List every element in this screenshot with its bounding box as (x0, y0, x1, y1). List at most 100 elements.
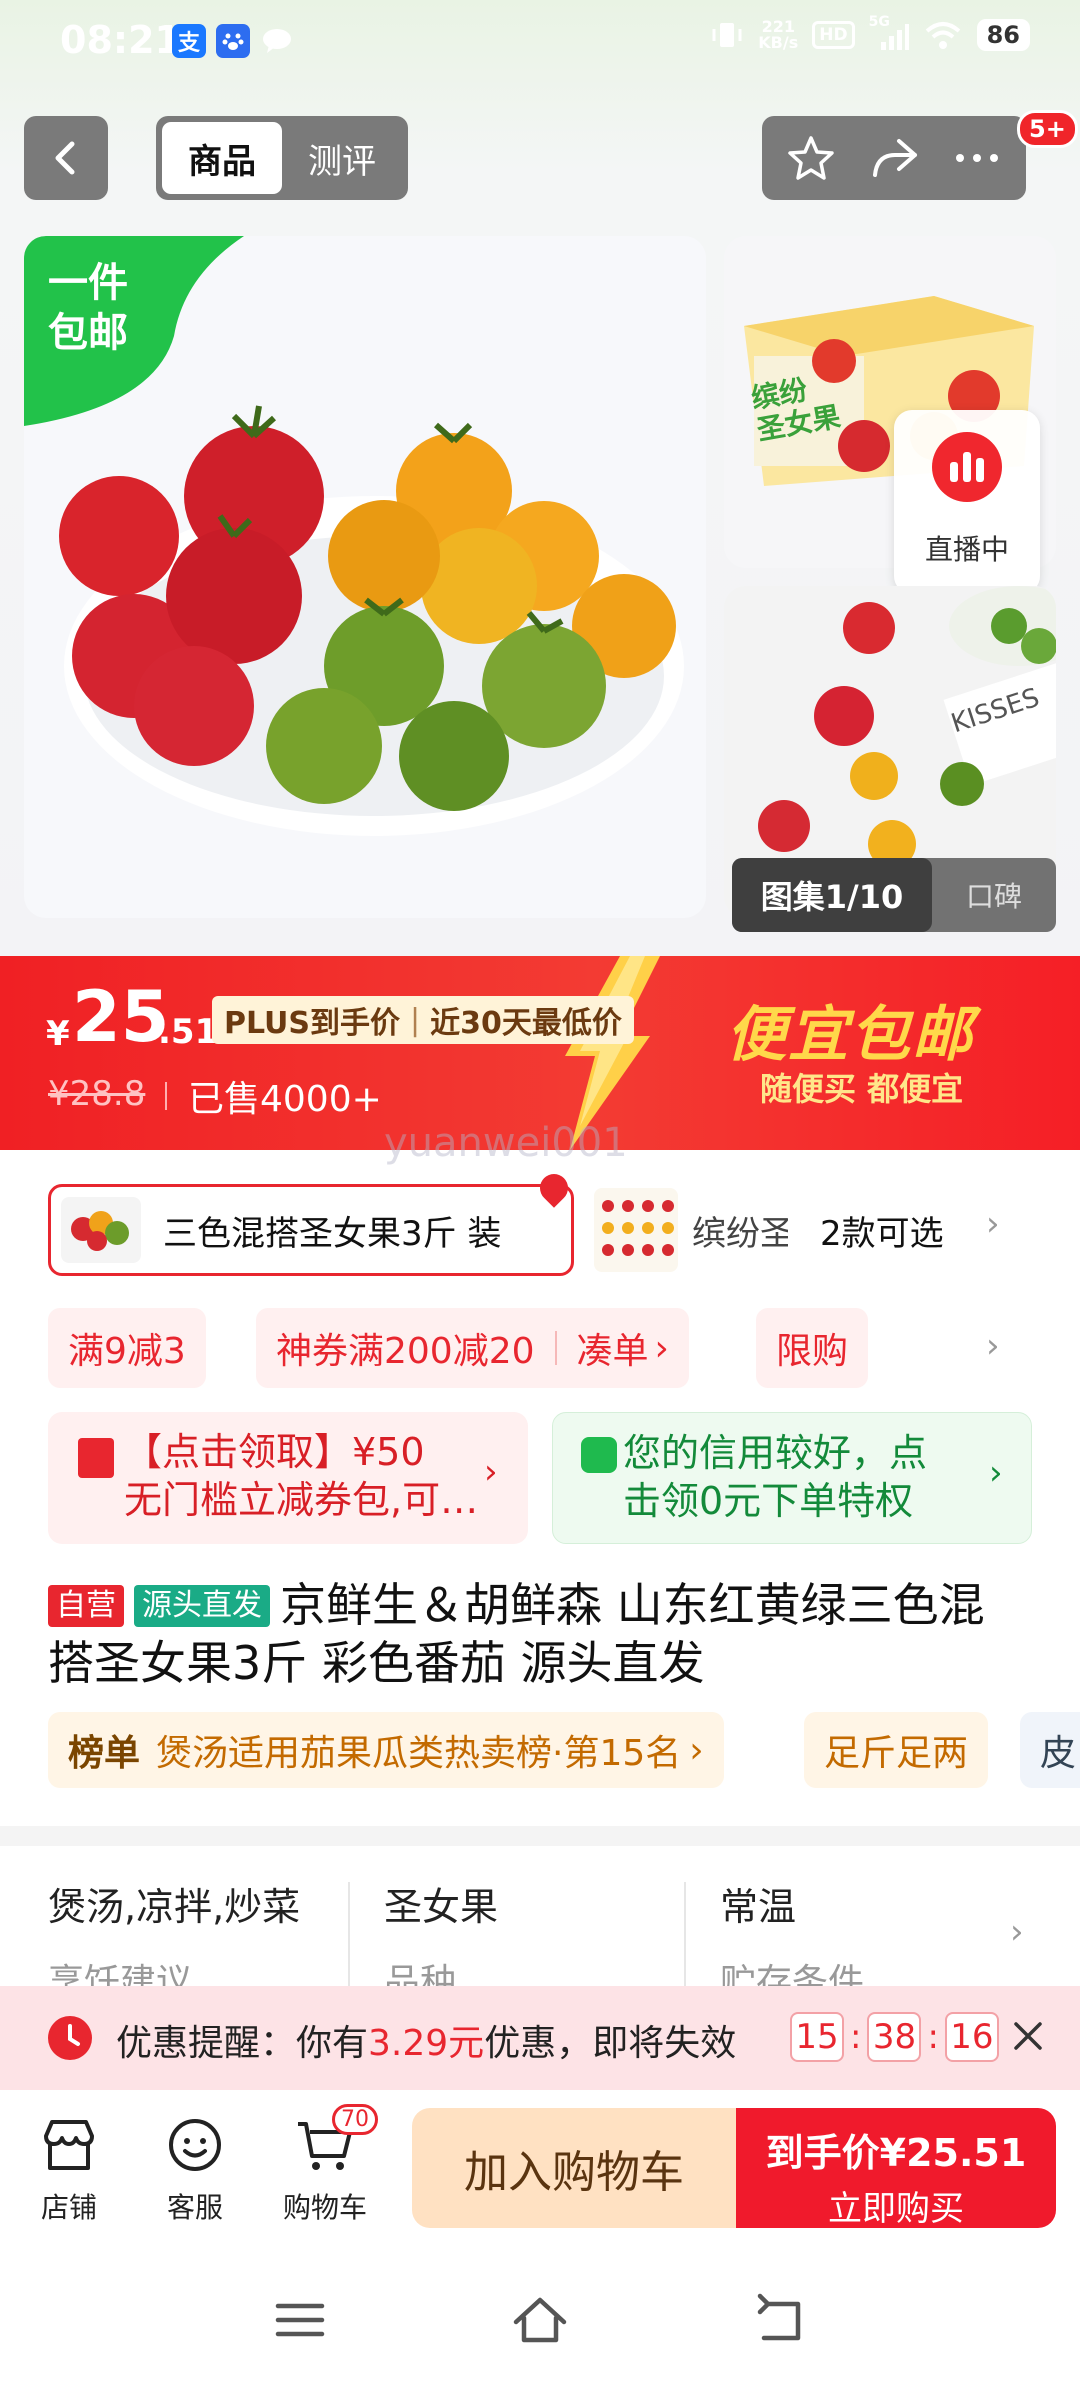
self-operated-badge: 自营 (48, 1585, 124, 1627)
add-to-cart-button[interactable]: 加入购物车 (412, 2108, 736, 2228)
ranking-tag[interactable]: 榜单 煲汤适用茄果瓜类热卖榜·第15名 › (48, 1712, 724, 1788)
ranking-label: 榜单 (68, 1733, 141, 1774)
variant-thumb (61, 1197, 141, 1263)
status-right: 221 KB/s HD 5G 86 (710, 14, 1030, 52)
credit-privilege-card[interactable]: 您的信用较好，点 击领0元下单特权 › (552, 1412, 1032, 1544)
plus-label: PLUS到手价 (224, 1006, 401, 1041)
coupon-action: 凑单 (576, 1331, 649, 1372)
hd-indicator: HD (812, 21, 855, 49)
battery-indicator: 86 (976, 19, 1030, 51)
back-nav-icon[interactable] (750, 2290, 810, 2350)
timer-seconds: 16 (944, 2012, 999, 2062)
chevron-right-icon: › (484, 1452, 498, 1492)
chevron-right-icon: › (1010, 1912, 1024, 1952)
promo-subtitle: 随便买 都便宜 (760, 1070, 964, 1108)
wifi-icon (925, 22, 960, 49)
price-integer: 25 (72, 976, 170, 1058)
page-tabs: 商品 测评 (156, 116, 408, 200)
alipay-icon: 支 (172, 24, 206, 58)
promo-tag-limit[interactable]: 限购 (756, 1308, 869, 1388)
free-shipping-line1: 一件 (48, 260, 128, 306)
promo-title: 便宜包邮 (726, 1000, 974, 1070)
buy-now-button[interactable]: 到手价¥25.51 立即购买 (736, 2108, 1056, 2229)
discount-reminder: 优惠提醒：你有3.29元优惠，即将失效 15 : 38 : 16 (0, 1986, 1080, 2090)
customer-service-button[interactable]: 客服 (140, 2114, 250, 2226)
status-bar: 08:21 支 221 KB/s HD 5G 86 (0, 0, 1080, 84)
promo-tag-coupon[interactable]: 神券满200减20 凑单 › (256, 1308, 689, 1388)
message-badge: 5+ (1017, 110, 1078, 148)
timer-minutes: 38 (867, 2012, 922, 2062)
share-icon[interactable] (867, 133, 921, 183)
credit-line1: 您的信用较好，点 (623, 1431, 928, 1475)
back-arrow-icon (55, 141, 75, 175)
home-icon[interactable] (510, 2290, 570, 2350)
price-decimal: .51 (158, 1012, 219, 1052)
free-shipping-badge: 一件 包邮 (24, 236, 254, 426)
feature-tag-weight[interactable]: 足斤足两 (804, 1712, 989, 1788)
clock-icon (48, 2016, 92, 2060)
bottom-action-bar: 店铺 客服 70 购物车 加入购物车 到手价¥25.51 立即购买 (0, 2090, 1080, 2240)
coupon-pack-card[interactable]: 【点击领取】¥50 无门槛立减券包,可… › (48, 1412, 528, 1544)
coupon-row: 【点击领取】¥50 无门槛立减券包,可… › 您的信用较好，点 击领0元下单特权… (0, 1412, 1080, 1544)
countdown-timer: 15 : 38 : 16 (790, 2012, 999, 2062)
service-smile-icon (164, 2114, 226, 2176)
promo-tag-discount[interactable]: 满9减3 (48, 1308, 206, 1388)
reminder-text: 优惠提醒：你有3.29元优惠，即将失效 (116, 2023, 737, 2064)
feature-tag-more[interactable]: 皮 (1020, 1712, 1080, 1788)
shop-button[interactable]: 店铺 (14, 2114, 124, 2226)
tab-product[interactable]: 商品 (162, 122, 282, 194)
plus-price-tag: PLUS到手价 | 近30天最低价 (212, 996, 634, 1044)
chevron-right-icon: › (986, 1204, 1000, 1244)
menu-icon[interactable] (270, 2290, 330, 2350)
coupon-icon (78, 1438, 114, 1478)
network-speed: 221 KB/s (758, 17, 799, 52)
close-icon[interactable] (1008, 2016, 1048, 2056)
live-icon (932, 432, 1002, 502)
section-divider (0, 1826, 1080, 1846)
signal-icon: 5G (869, 14, 909, 52)
variant-other-label: 缤纷圣 (692, 1213, 788, 1254)
cart-count-badge: 70 (332, 2104, 378, 2135)
promo-tags: 满9减3 神券满200减20 凑单 › 限购 › (0, 1308, 1080, 1388)
cart-icon: 70 (294, 2104, 378, 2176)
gallery-counter-tab[interactable]: 图集1/10 (732, 858, 932, 932)
original-price: ¥28.8 (48, 1074, 146, 1114)
reviews-tab[interactable]: 口碑 (932, 858, 1056, 932)
price-currency: ¥ (46, 1014, 70, 1054)
chevron-right-icon: › (986, 1326, 1000, 1366)
variant-selector: 三色混搭圣女果3斤 装 缤纷圣 2款可选 › (0, 1168, 1080, 1280)
reminder-amount: 3.29元 (368, 2023, 485, 2064)
credit-line2: 击领0元下单特权 (623, 1479, 914, 1523)
store-icon (38, 2114, 100, 2176)
back-button[interactable] (24, 116, 108, 200)
title-line2: 搭圣女果3斤 彩色番茄 源头直发 (48, 1636, 705, 1690)
gallery-switch: 图集1/10 口碑 (732, 858, 1056, 932)
variant-selected[interactable]: 三色混搭圣女果3斤 装 (48, 1184, 574, 1276)
top-nav: 商品 测评 5+ (0, 110, 1080, 200)
live-stream-button[interactable]: 直播中 (894, 410, 1040, 594)
coupon-pack-line2: 无门槛立减券包,可… (124, 1478, 479, 1522)
variant-count[interactable]: 2款可选 (820, 1206, 944, 1255)
system-navigation (0, 2240, 1080, 2400)
free-shipping-line2: 包邮 (48, 310, 128, 356)
clock: 08:21 (60, 18, 181, 62)
chevron-right-icon: › (989, 1453, 1003, 1493)
price-divider (165, 1082, 167, 1110)
main-product-image[interactable]: 一件 包邮 (24, 236, 706, 918)
message-icon (260, 24, 294, 58)
nav-actions (762, 116, 1026, 200)
favorite-star-icon[interactable] (786, 133, 836, 183)
variant-selected-label: 三色混搭圣女果3斤 装 (163, 1213, 502, 1254)
variant-other[interactable]: 缤纷圣 (594, 1184, 794, 1276)
baidu-icon (216, 24, 250, 58)
watermark: yuanwei001 (384, 1120, 628, 1166)
product-attributes[interactable]: 煲汤,凉拌,炒菜 烹饪建议 圣女果 品种 常温 贮存条件 › (0, 1846, 1080, 2003)
ranking-row: 榜单 煲汤适用茄果瓜类热卖榜·第15名 › 足斤足两 皮 (48, 1712, 1080, 1788)
more-icon[interactable] (952, 148, 1002, 168)
cart-button[interactable]: 70 购物车 (270, 2104, 380, 2226)
source-direct-badge: 源头直发 (134, 1585, 270, 1627)
sold-count: 已售4000+ (188, 1079, 382, 1120)
timer-hours: 15 (790, 2012, 844, 2062)
tab-review[interactable]: 测评 (282, 122, 402, 194)
title-line1: 京鲜生＆胡鲜森 山东红黄绿三色混 (280, 1578, 985, 1632)
